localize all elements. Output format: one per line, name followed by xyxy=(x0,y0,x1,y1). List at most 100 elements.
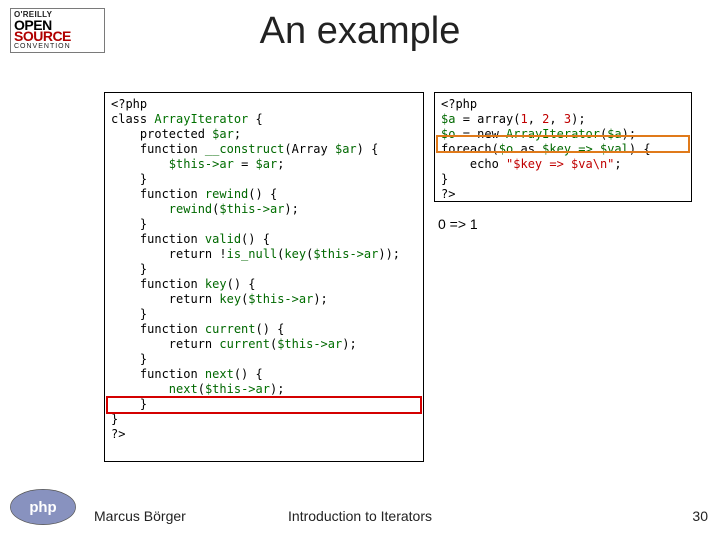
code-block-right: <?php $a = array(1, 2, 3); $o = new Arra… xyxy=(434,92,692,202)
code-token: ArrayIterator xyxy=(506,127,600,141)
code-token: $ar xyxy=(256,157,278,171)
code-token: -> xyxy=(284,292,298,306)
code-token: key xyxy=(205,277,227,291)
code-line: <?php xyxy=(111,97,147,111)
code-token: valid xyxy=(205,232,241,246)
code-token: ar xyxy=(270,202,284,216)
code-line: <?php xyxy=(441,97,477,111)
code-line: } xyxy=(111,352,147,366)
code-token: key xyxy=(284,247,306,261)
code-token: "$key => $va\n" xyxy=(506,157,614,171)
code-token: ); xyxy=(342,337,356,351)
code-token: class xyxy=(111,112,154,126)
code-line: } xyxy=(111,172,147,186)
code-token: $key xyxy=(542,142,578,156)
code-token: )); xyxy=(378,247,400,261)
code-token: $ar xyxy=(212,127,234,141)
code-token: $ar xyxy=(335,142,357,156)
code-token: $this xyxy=(277,337,313,351)
footer-title: Introduction to Iterators xyxy=(0,508,720,524)
code-line: ?> xyxy=(441,187,455,201)
code-token: as xyxy=(520,142,542,156)
code-line: } xyxy=(111,412,118,426)
code-token: function xyxy=(111,322,205,336)
code-token: ar xyxy=(364,247,378,261)
code-token: -> xyxy=(256,202,270,216)
code-token: $a xyxy=(607,127,621,141)
code-token: ar xyxy=(328,337,342,351)
code-line: } xyxy=(111,217,147,231)
code-token xyxy=(111,382,169,396)
code-token: foreach( xyxy=(441,142,499,156)
code-token: return ! xyxy=(111,247,227,261)
code-token: ; xyxy=(277,157,284,171)
code-token: = new xyxy=(463,127,506,141)
code-token: -> xyxy=(349,247,363,261)
code-token: current xyxy=(205,322,256,336)
code-token: , xyxy=(549,112,563,126)
code-token: ); xyxy=(270,382,284,396)
code-token: -> xyxy=(241,382,255,396)
code-token: () { xyxy=(241,232,270,246)
code-token: function xyxy=(111,277,205,291)
code-token: $this xyxy=(219,202,255,216)
code-token: ) { xyxy=(629,142,651,156)
code-token: = array( xyxy=(463,112,521,126)
code-token: return xyxy=(111,337,219,351)
code-token: rewind xyxy=(169,202,212,216)
code-token: ar xyxy=(256,382,270,396)
code-block-left: <?php class ArrayIterator { protected $a… xyxy=(104,92,424,462)
code-token: ); xyxy=(313,292,327,306)
code-token: echo xyxy=(441,157,506,171)
code-token xyxy=(111,202,169,216)
code-token: $o xyxy=(441,127,463,141)
code-token: ar xyxy=(299,292,313,306)
code-token: key xyxy=(219,292,241,306)
code-token: ; xyxy=(614,157,621,171)
code-token: () { xyxy=(234,367,263,381)
code-token: (Array xyxy=(284,142,335,156)
code-token: $this xyxy=(313,247,349,261)
code-line: } xyxy=(111,262,147,276)
code-token: $a xyxy=(441,112,463,126)
code-token: $val xyxy=(600,142,629,156)
code-token: ) { xyxy=(357,142,379,156)
code-line: ?> xyxy=(111,427,125,441)
code-token: ); xyxy=(284,202,298,216)
code-token: function xyxy=(111,232,205,246)
code-token: => xyxy=(578,142,600,156)
code-token: function xyxy=(111,142,205,156)
code-token: rewind xyxy=(205,187,248,201)
code-line: } xyxy=(111,397,147,411)
code-line: } xyxy=(441,172,448,186)
code-line: } xyxy=(111,307,147,321)
slide-title: An example xyxy=(0,10,720,53)
code-token: __construct xyxy=(205,142,284,156)
code-token: next xyxy=(205,367,234,381)
code-token: () { xyxy=(227,277,256,291)
footer-page-number: 30 xyxy=(692,508,708,524)
code-token: current xyxy=(219,337,270,351)
code-token: ); xyxy=(571,112,585,126)
code-token: -> xyxy=(313,337,327,351)
code-token: return xyxy=(111,292,219,306)
output-text: 0 => 1 xyxy=(438,216,478,232)
code-token: $this xyxy=(248,292,284,306)
code-token: -> xyxy=(205,157,219,171)
code-token: ( xyxy=(198,382,205,396)
code-token: ); xyxy=(622,127,636,141)
code-token: $this xyxy=(205,382,241,396)
code-token: () { xyxy=(248,187,277,201)
code-token: 1 xyxy=(520,112,527,126)
code-token: = xyxy=(241,157,255,171)
code-token: $o xyxy=(499,142,521,156)
code-token: ArrayIterator xyxy=(154,112,255,126)
code-token: function xyxy=(111,187,205,201)
code-token: function xyxy=(111,367,205,381)
code-token: ; xyxy=(234,127,241,141)
code-token: next xyxy=(169,382,198,396)
code-token: { xyxy=(256,112,263,126)
code-token: () { xyxy=(256,322,285,336)
code-token xyxy=(111,157,169,171)
code-token: , xyxy=(528,112,542,126)
